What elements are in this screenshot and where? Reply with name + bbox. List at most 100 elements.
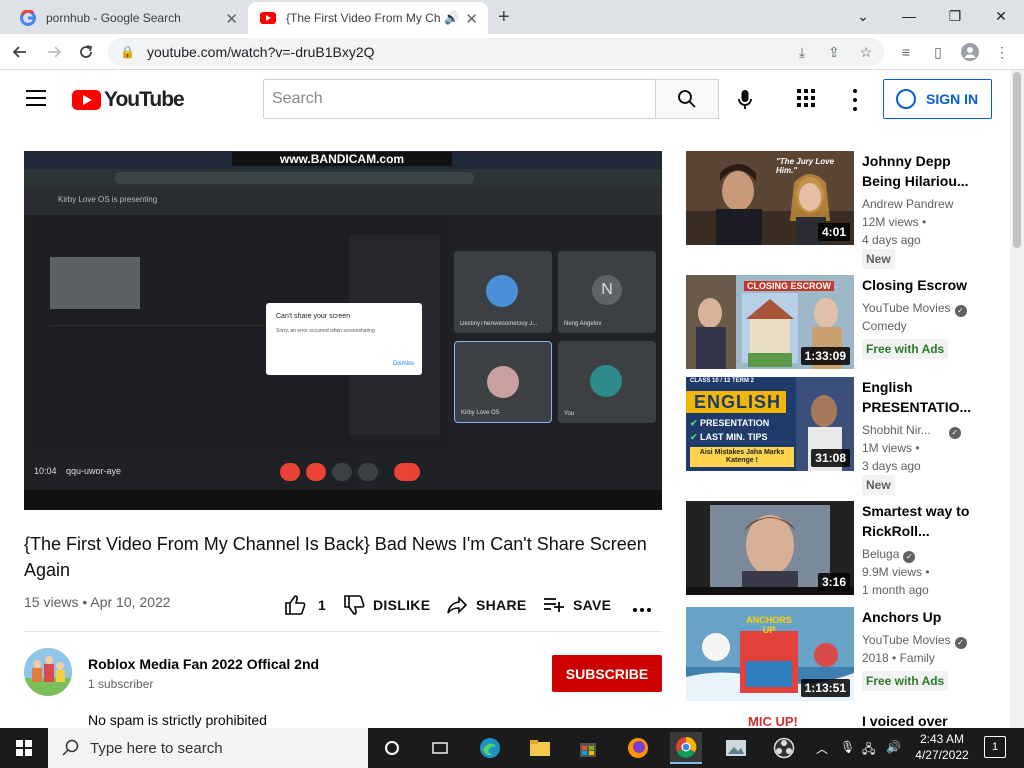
cortana-icon[interactable]: [376, 732, 408, 764]
save-label: SAVE: [573, 597, 612, 613]
youtube-apps-icon[interactable]: [796, 88, 820, 112]
minimize-button[interactable]: —: [886, 4, 932, 28]
rec-channel[interactable]: YouTube Movies: [862, 301, 951, 315]
rec-title[interactable]: I voiced over: [862, 711, 987, 728]
share-label: SHARE: [476, 597, 527, 613]
side-panel-icon[interactable]: ▯: [928, 42, 948, 62]
share-icon[interactable]: ⇪: [824, 42, 844, 62]
video-duration: 1:13:51: [800, 679, 850, 697]
task-view-icon[interactable]: [424, 732, 456, 764]
dialog-title: Can't share your screen: [276, 313, 351, 320]
bookmark-star-icon[interactable]: ☆: [856, 42, 876, 62]
settings-more-icon[interactable]: [850, 89, 860, 111]
microphone-tray-icon[interactable]: 🎙: [840, 740, 855, 754]
more-actions-icon[interactable]: [633, 597, 659, 623]
back-button[interactable]: [8, 40, 32, 64]
search-button[interactable]: [655, 79, 719, 119]
free-with-ads-badge: Free with Ads: [862, 339, 949, 359]
rec-channel[interactable]: Andrew Pandrew: [862, 195, 992, 213]
clock-date: 4/27/2022: [915, 748, 969, 762]
windows-start-button[interactable]: [0, 728, 48, 768]
new-tab-button[interactable]: +: [498, 6, 510, 29]
video-thumbnail[interactable]: "The Jury Love Him." 4:01: [686, 151, 854, 245]
recommendation-item[interactable]: MIC UP! I voiced over: [686, 711, 1006, 728]
rec-title[interactable]: Johnny Depp Being Hilariou...: [862, 151, 987, 191]
voice-search-mic-icon[interactable]: [733, 88, 757, 112]
recommendation-item[interactable]: CLOSING ESCROW 1:33:09 Closing Escrow Yo…: [686, 275, 1006, 375]
tab-google-search[interactable]: pornhub - Google Search ✕: [8, 2, 248, 34]
volume-icon[interactable]: 🔊: [886, 740, 901, 754]
install-app-icon[interactable]: ⤓: [792, 42, 812, 62]
recommendation-item[interactable]: CLASS 10 / 12 TERM 2 ENGLISH ✔ PRESENTAT…: [686, 377, 1006, 495]
show-hidden-icons[interactable]: ︿: [816, 740, 828, 757]
obs-icon[interactable]: [768, 732, 800, 764]
close-tab-icon[interactable]: ✕: [465, 10, 478, 28]
video-duration: 1:33:09: [800, 347, 850, 365]
recommendation-item[interactable]: ANCHORS UP 1:13:51 Anchors Up YouTube Mo…: [686, 607, 1006, 707]
free-with-ads-badge: Free with Ads: [862, 671, 949, 691]
close-window-button[interactable]: ✕: [978, 4, 1024, 28]
forward-button[interactable]: [42, 40, 66, 64]
media-control-icon[interactable]: ≡: [896, 42, 916, 62]
close-tab-icon[interactable]: ✕: [225, 10, 238, 28]
verified-check-icon: ✓: [954, 637, 967, 649]
video-duration: 31:08: [811, 449, 850, 467]
search-icon: [62, 739, 79, 756]
share-button[interactable]: SHARE: [446, 592, 527, 618]
save-button[interactable]: SAVE: [543, 592, 611, 618]
rec-views: 9.9M views •: [862, 565, 930, 579]
video-thumbnail[interactable]: CLOSING ESCROW 1:33:09: [686, 275, 854, 369]
page-scrollbar[interactable]: [1010, 70, 1024, 728]
file-explorer-icon[interactable]: [524, 732, 556, 764]
notification-center-icon[interactable]: 1: [984, 736, 1006, 758]
video-thumbnail[interactable]: ANCHORS UP 1:13:51: [686, 607, 854, 701]
like-button[interactable]: 1: [284, 592, 326, 618]
hamburger-menu-icon[interactable]: [26, 90, 46, 111]
youtube-logo[interactable]: YouTube: [72, 88, 185, 112]
lock-icon[interactable]: 🔒: [120, 45, 135, 59]
video-thumbnail[interactable]: CLASS 10 / 12 TERM 2 ENGLISH ✔ PRESENTAT…: [686, 377, 854, 471]
network-icon[interactable]: 🖧: [862, 740, 875, 761]
audio-playing-icon[interactable]: 🔊: [444, 11, 459, 25]
channel-avatar[interactable]: [24, 648, 72, 696]
restore-button[interactable]: ❐: [932, 4, 978, 28]
video-thumbnail[interactable]: 3:16: [686, 501, 854, 595]
recommendation-item[interactable]: "The Jury Love Him." 4:01 Johnny Depp Be…: [686, 151, 1006, 269]
dislike-button[interactable]: DISLIKE: [343, 592, 430, 618]
new-badge: New: [862, 249, 895, 269]
sign-in-button[interactable]: SIGN IN: [883, 79, 992, 119]
chrome-taskbar-icon[interactable]: [670, 732, 702, 764]
video-thumbnail[interactable]: MIC UP!: [686, 711, 854, 728]
thumb-caption: MIC UP!: [748, 714, 798, 728]
rec-channel[interactable]: Shobhit Nir...: [862, 423, 931, 437]
rec-title[interactable]: English PRESENTATIO...: [862, 377, 987, 417]
like-count: 1: [318, 597, 327, 613]
firefox-icon[interactable]: [622, 732, 654, 764]
photos-app-icon[interactable]: [720, 732, 752, 764]
rec-channel[interactable]: YouTube Movies: [862, 633, 951, 647]
rec-title[interactable]: Anchors Up: [862, 607, 987, 627]
scrollbar-thumb[interactable]: [1013, 72, 1021, 248]
rec-title[interactable]: Smartest way to RickRoll...: [862, 501, 987, 541]
clock-time: 2:43 AM: [919, 732, 965, 746]
new-badge: New: [862, 475, 895, 495]
tab-youtube-video[interactable]: {The First Video From My Ch 🔊 ✕: [248, 2, 488, 34]
chrome-menu-icon[interactable]: ⋮: [992, 42, 1012, 62]
address-bar[interactable]: 🔒 youtube.com/watch?v=-druB1Bxy2Q: [108, 38, 884, 66]
taskbar-clock[interactable]: 2:43 AM 4/27/2022: [912, 731, 972, 763]
recommendation-item[interactable]: 3:16 Smartest way to RickRoll... Beluga ✓…: [686, 501, 1006, 601]
rec-channel[interactable]: Beluga: [862, 547, 899, 561]
tab-title: {The First Video From My Ch: [286, 11, 441, 25]
subscribe-button[interactable]: SUBSCRIBE: [552, 655, 662, 692]
tab-search-icon[interactable]: ⌄: [840, 4, 886, 28]
channel-name[interactable]: Roblox Media Fan 2022 Offical 2nd: [88, 656, 319, 672]
store-icon[interactable]: [572, 732, 604, 764]
search-input[interactable]: Search: [263, 79, 656, 119]
participant-tile: You: [558, 341, 656, 423]
rec-title[interactable]: Closing Escrow: [862, 275, 987, 295]
profile-icon[interactable]: [960, 42, 980, 62]
edge-icon[interactable]: [474, 732, 506, 764]
taskbar-search-box[interactable]: Type here to search: [48, 728, 368, 768]
reload-button[interactable]: [74, 40, 98, 64]
video-player[interactable]: www.BANDICAM.com Kirby Love OS is presen…: [24, 151, 662, 510]
